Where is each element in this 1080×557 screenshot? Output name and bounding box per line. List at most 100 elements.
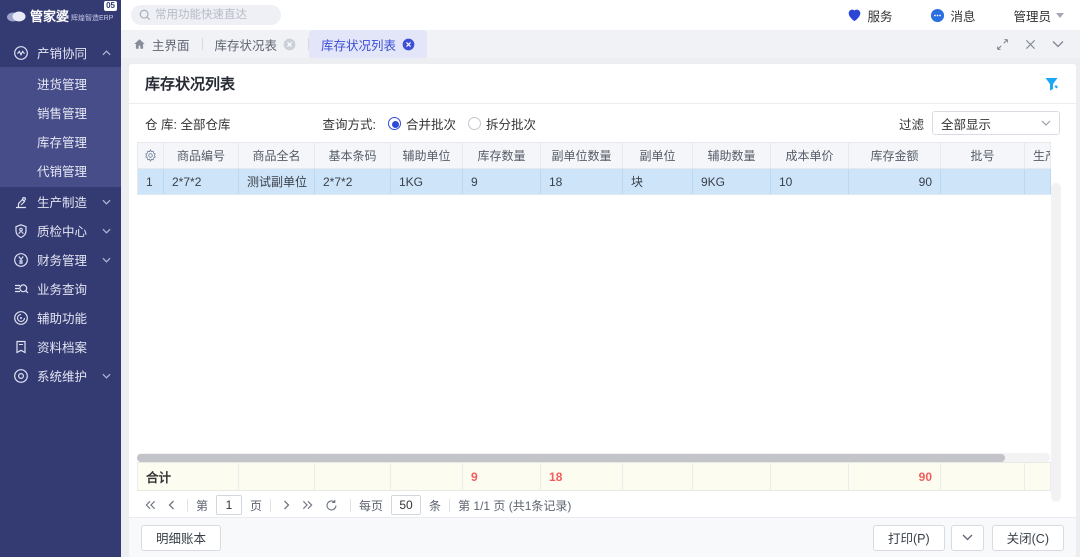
sidebar-item-consignment-mgmt[interactable]: 代销管理 xyxy=(0,156,121,185)
tab-home[interactable]: 主界面 xyxy=(121,30,202,58)
sidebar-item-purchase-mgmt[interactable]: 进货管理 xyxy=(0,69,121,98)
footer-right-buttons: 打印(P) 关闭(C) xyxy=(873,525,1064,551)
sidebar-item-production-sales-collab[interactable]: 产销协同 xyxy=(0,38,121,67)
message-button[interactable]: 消息 xyxy=(930,6,975,25)
last-page-button[interactable] xyxy=(302,500,313,510)
sidebar-item-system-maintenance[interactable]: 系统维护 xyxy=(0,361,121,390)
machine-arm-icon xyxy=(13,194,29,210)
chevron-down-icon[interactable] xyxy=(1052,40,1064,48)
page-number-input[interactable] xyxy=(216,495,242,515)
summary-empty xyxy=(315,463,391,491)
sidebar-item-sales-mgmt[interactable]: 销售管理 xyxy=(0,98,121,127)
sidebar-subitem-label: 销售管理 xyxy=(37,103,87,122)
close-circle-icon[interactable] xyxy=(283,38,296,51)
cell-stock-qty: 9 xyxy=(463,169,541,195)
sidebar-submenu: 进货管理 销售管理 库存管理 代销管理 xyxy=(0,67,121,187)
refresh-button[interactable] xyxy=(325,499,338,512)
search-icon xyxy=(139,9,151,21)
horizontal-scrollbar-thumb[interactable] xyxy=(137,454,1005,462)
filter-label: 过滤 xyxy=(899,114,924,133)
target-gear-icon xyxy=(13,368,29,384)
close-button[interactable]: 关闭(C) xyxy=(992,525,1064,551)
print-button[interactable]: 打印(P) xyxy=(873,525,945,551)
summary-sub-unit-qty: 18 xyxy=(541,463,623,491)
sidebar-item-data-archives[interactable]: 资料档案 xyxy=(0,332,121,361)
cell-stock-amount: 90 xyxy=(849,169,941,195)
top-bar: 服务 消息 管理员 xyxy=(121,0,1080,30)
tab-inventory-status-list[interactable]: 库存状况列表 xyxy=(309,30,427,58)
horizontal-scrollbar[interactable] xyxy=(137,453,1050,462)
col-header-sub-unit-qty[interactable]: 副单位数量 xyxy=(541,143,623,169)
col-header-production-date[interactable]: 生产日期 xyxy=(1025,143,1051,169)
warehouse-label: 仓 库: xyxy=(145,114,177,133)
tab-label: 库存状况表 xyxy=(215,35,278,54)
table-row[interactable]: 1 2*7*2 测试副单位 2*7*2 1KG 9 18 块 9KG 10 90 xyxy=(138,169,1051,195)
radio-merge-batches[interactable] xyxy=(388,117,401,130)
tab-bar: 主界面 库存状况表 库存状况列表 xyxy=(121,30,1080,58)
sidebar-item-quality-center[interactable]: 质检中心 xyxy=(0,216,121,245)
sidebar-item-label: 产销协同 xyxy=(37,43,102,62)
service-button[interactable]: 服务 xyxy=(847,6,892,25)
per-page-input[interactable] xyxy=(391,495,421,515)
col-header-product-code[interactable]: 商品编号 xyxy=(164,143,239,169)
first-page-button[interactable] xyxy=(145,500,156,510)
tab-label: 库存状况列表 xyxy=(321,35,396,54)
col-header-barcode[interactable]: 基本条码 xyxy=(315,143,391,169)
sidebar-item-inventory-mgmt[interactable]: 库存管理 xyxy=(0,127,121,156)
search-input[interactable] xyxy=(155,5,275,25)
tab-inventory-status-report[interactable]: 库存状况表 xyxy=(203,30,309,58)
cell-aux-qty: 9KG xyxy=(693,169,771,195)
summary-row: 合计 9 18 90 xyxy=(138,463,1051,491)
prev-page-button[interactable] xyxy=(168,500,175,510)
summary-empty xyxy=(941,463,1025,491)
filter-select[interactable]: 全部显示 xyxy=(932,111,1060,135)
pager-divider xyxy=(449,499,450,512)
sidebar-subitem-label: 库存管理 xyxy=(37,132,87,151)
detail-ledger-button[interactable]: 明细账本 xyxy=(141,525,221,551)
print-options-button[interactable] xyxy=(951,525,984,551)
close-icon[interactable] xyxy=(1025,39,1036,50)
query-mode-label: 查询方式: xyxy=(322,114,375,133)
window-controls xyxy=(980,38,1080,51)
quick-search[interactable] xyxy=(131,5,281,25)
sidebar-menu: 产销协同 进货管理 销售管理 库存管理 代销管理 生产制造 质检中心 财务管理 … xyxy=(0,30,121,390)
topbar-actions: 服务 消息 管理员 xyxy=(809,6,1080,25)
warehouse-filter: 仓 库: 全部仓库 xyxy=(145,114,230,133)
sidebar-item-label: 生产制造 xyxy=(37,192,102,211)
caret-down-icon xyxy=(1056,13,1064,18)
swirl-circle-icon xyxy=(13,310,29,326)
column-settings-button[interactable] xyxy=(138,143,164,169)
chevron-down-icon xyxy=(102,373,111,379)
filter-select-value: 全部显示 xyxy=(941,114,991,133)
vertical-scrollbar[interactable] xyxy=(1051,183,1061,502)
data-grid: 商品编号 商品全名 基本条码 辅助单位 库存数量 副单位数量 副单位 辅助数量 … xyxy=(137,142,1050,195)
col-header-aux-unit[interactable]: 辅助单位 xyxy=(391,143,463,169)
filter-funnel-icon[interactable] xyxy=(1044,76,1060,92)
sidebar-item-manufacturing[interactable]: 生产制造 xyxy=(0,187,121,216)
sidebar-item-business-query[interactable]: 业务查询 xyxy=(0,274,121,303)
summary-empty xyxy=(693,463,771,491)
page-prefix: 第 xyxy=(196,497,208,514)
close-circle-icon[interactable] xyxy=(402,38,415,51)
app-logo: 管家婆 辉煌智造ERP 05 xyxy=(0,0,121,30)
pager-divider xyxy=(350,499,351,512)
sidebar-subitem-label: 进货管理 xyxy=(37,74,87,93)
col-header-sub-unit[interactable]: 副单位 xyxy=(623,143,693,169)
col-header-batch-no[interactable]: 批号 xyxy=(941,143,1025,169)
next-page-button[interactable] xyxy=(283,500,290,510)
gear-icon xyxy=(144,149,157,162)
brand-name: 管家婆 xyxy=(30,6,69,25)
brand-version-badge: 05 xyxy=(104,1,117,11)
col-header-stock-amount[interactable]: 库存金额 xyxy=(849,143,941,169)
user-menu[interactable]: 管理员 xyxy=(1013,6,1064,25)
sidebar-subitem-label: 代销管理 xyxy=(37,161,87,180)
sidebar-item-finance-mgmt[interactable]: 财务管理 xyxy=(0,245,121,274)
col-header-product-name[interactable]: 商品全名 xyxy=(239,143,315,169)
col-header-unit-cost[interactable]: 成本单价 xyxy=(771,143,849,169)
col-header-aux-qty[interactable]: 辅助数量 xyxy=(693,143,771,169)
summary-label: 合计 xyxy=(138,463,239,491)
radio-split-batches[interactable] xyxy=(468,117,481,130)
sidebar-item-auxiliary-functions[interactable]: 辅助功能 xyxy=(0,303,121,332)
fullscreen-toggle-icon[interactable] xyxy=(996,38,1009,51)
col-header-stock-qty[interactable]: 库存数量 xyxy=(463,143,541,169)
